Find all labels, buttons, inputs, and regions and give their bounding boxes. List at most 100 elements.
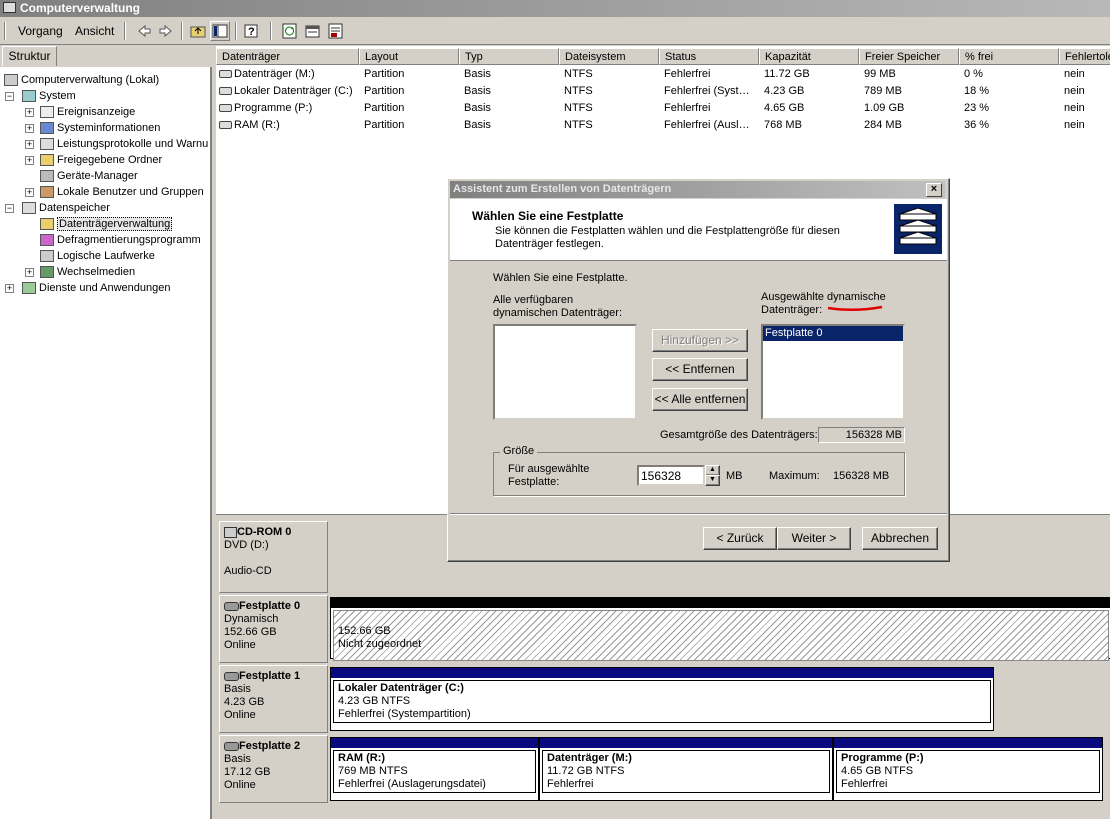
tab-struktur[interactable]: Struktur (2, 46, 57, 66)
tree-item-removable[interactable]: Wechselmedien (40, 264, 135, 280)
column-header[interactable]: Typ (459, 48, 559, 65)
column-header[interactable]: Datenträger (216, 48, 359, 65)
window-title: Computerverwaltung (20, 1, 141, 15)
partition-m[interactable]: Datenträger (M:) 11.72 GB NTFS Fehlerfre… (539, 737, 833, 801)
table-cell: Fehlerfrei (Ausl… (664, 119, 750, 131)
cancel-button[interactable]: Abbrechen (862, 527, 938, 550)
partition-bar (331, 738, 538, 748)
size-spinner[interactable]: ▲ ▼ (705, 465, 720, 486)
defrag-icon (40, 234, 54, 247)
expand-toggle[interactable]: + (25, 108, 34, 117)
tree-item-defrag[interactable]: Defragmentierungsprogramm (40, 232, 201, 248)
system-info-icon (40, 122, 54, 135)
drive-icon (219, 70, 232, 79)
partition-bar (834, 738, 1102, 748)
computer-management-icon (3, 2, 16, 13)
help-icon[interactable]: ? (242, 21, 262, 41)
tree-item-system[interactable]: System (22, 88, 76, 104)
partition-unallocated[interactable]: 152.66 GB Nicht zugeordnet (330, 597, 1110, 661)
up-folder-icon[interactable] (188, 21, 208, 41)
expand-toggle[interactable]: + (25, 140, 34, 149)
column-header[interactable]: Layout (359, 48, 459, 65)
wizard-header: Wählen Sie eine Festplatte Sie können di… (450, 199, 947, 261)
table-cell: nein (1064, 68, 1085, 80)
collapse-toggle[interactable]: − (5, 204, 14, 213)
close-icon[interactable]: × (926, 183, 942, 197)
tree-item-root[interactable]: Computerverwaltung (Lokal) (4, 72, 159, 88)
column-header[interactable]: % frei (959, 48, 1059, 65)
add-button[interactable]: Hinzufügen >> (652, 329, 748, 352)
table-cell: NTFS (564, 102, 593, 114)
size-input[interactable] (637, 465, 705, 486)
users-icon (40, 186, 54, 199)
table-row[interactable]: Datenträger (M:) (219, 66, 359, 82)
tree-item-logical-drives[interactable]: Logische Laufwerke (40, 248, 155, 264)
show-tree-icon[interactable] (210, 21, 230, 41)
max-label: Maximum: (769, 470, 820, 482)
disk-label-0[interactable]: Festplatte 0 Dynamisch 152.66 GB Online (219, 595, 328, 663)
window-title-bar: Computerverwaltung (0, 0, 1110, 17)
collapse-toggle[interactable]: − (5, 92, 14, 101)
properties-icon[interactable] (303, 21, 323, 41)
spin-down-icon[interactable]: ▼ (705, 475, 720, 486)
size-for-label-line1: Für ausgewählte (508, 463, 590, 475)
disk-label-1[interactable]: Festplatte 1 Basis 4.23 GB Online (219, 665, 328, 733)
tree-item-perf-logs[interactable]: Leistungsprotokolle und Warnu (40, 136, 208, 152)
table-cell: 789 MB (864, 85, 902, 97)
available-disks-list[interactable] (493, 324, 637, 420)
expand-toggle[interactable]: + (25, 268, 34, 277)
tree-item-shared-folders[interactable]: Freigegebene Ordner (40, 152, 162, 168)
table-cell: Basis (464, 85, 491, 97)
tree-item-services[interactable]: Dienste und Anwendungen (22, 280, 171, 296)
forward-icon[interactable] (156, 21, 176, 41)
table-row[interactable]: Lokaler Datenträger (C:) (219, 83, 359, 99)
partition-r[interactable]: RAM (R:) 769 MB NTFS Fehlerfrei (Auslage… (330, 737, 539, 801)
table-cell: Basis (464, 102, 491, 114)
toolbar-separator (181, 22, 183, 40)
table-row[interactable]: RAM (R:) (219, 117, 359, 133)
table-cell: NTFS (564, 119, 593, 131)
remove-all-button[interactable]: << Alle entfernen (652, 388, 748, 411)
disk-label-cdrom[interactable]: CD-ROM 0 DVD (D:) Audio-CD (219, 521, 328, 593)
instruction-text: Wählen Sie eine Festplatte. (493, 272, 628, 284)
expand-toggle[interactable]: + (25, 188, 34, 197)
back-button[interactable]: < Zurück (703, 527, 777, 550)
partition-p[interactable]: Programme (P:) 4.65 GB NTFS Fehlerfrei (833, 737, 1103, 801)
menu-vorgang[interactable]: Vorgang (18, 24, 63, 38)
tree-item-system-info[interactable]: Systeminformationen (40, 120, 160, 136)
column-header[interactable]: Freier Speicher (859, 48, 959, 65)
expand-toggle[interactable]: + (5, 284, 14, 293)
toolbar-separator (270, 22, 272, 40)
event-viewer-icon (40, 106, 54, 119)
unallocated-region: 152.66 GB Nicht zugeordnet (333, 610, 1109, 661)
table-row[interactable]: Programme (P:) (219, 100, 359, 116)
selected-disks-label-line1: Ausgewählte dynamische (761, 291, 886, 303)
export-icon[interactable] (326, 21, 346, 41)
expand-toggle[interactable]: + (25, 124, 34, 133)
disk-label-2[interactable]: Festplatte 2 Basis 17.12 GB Online (219, 735, 328, 803)
next-button[interactable]: Weiter > (777, 527, 851, 550)
column-header[interactable]: Fehlertole (1059, 48, 1110, 65)
column-header[interactable]: Status (659, 48, 759, 65)
tree-item-event-viewer[interactable]: Ereignisanzeige (40, 104, 135, 120)
tree-item-storage[interactable]: Datenspeicher (22, 200, 110, 216)
column-header[interactable]: Kapazität (759, 48, 859, 65)
remove-button[interactable]: << Entfernen (652, 358, 748, 381)
refresh-icon[interactable] (280, 21, 300, 41)
tree-item-device-manager[interactable]: Geräte-Manager (40, 168, 138, 184)
list-item[interactable]: Festplatte 0 (763, 326, 903, 341)
partition-c[interactable]: Lokaler Datenträger (C:) 4.23 GB NTFS Fe… (330, 667, 994, 731)
tree-item-local-users[interactable]: Lokale Benutzer und Gruppen (40, 184, 204, 200)
expand-toggle[interactable]: + (25, 156, 34, 165)
selected-disks-list[interactable]: Festplatte 0 (761, 324, 905, 420)
tree-item-disk-management[interactable]: Datenträgerverwaltung (40, 216, 173, 232)
back-icon[interactable] (134, 21, 154, 41)
drive-icon (219, 121, 232, 130)
menu-ansicht[interactable]: Ansicht (75, 24, 114, 38)
computer-icon (4, 74, 18, 87)
max-value: 156328 MB (833, 470, 890, 482)
column-header[interactable]: Dateisystem (559, 48, 659, 65)
table-cell: 36 % (964, 119, 990, 131)
disk-map: CD-ROM 0 DVD (D:) Audio-CD Festplatte 0 … (216, 517, 1110, 819)
drive-icon (219, 87, 232, 96)
